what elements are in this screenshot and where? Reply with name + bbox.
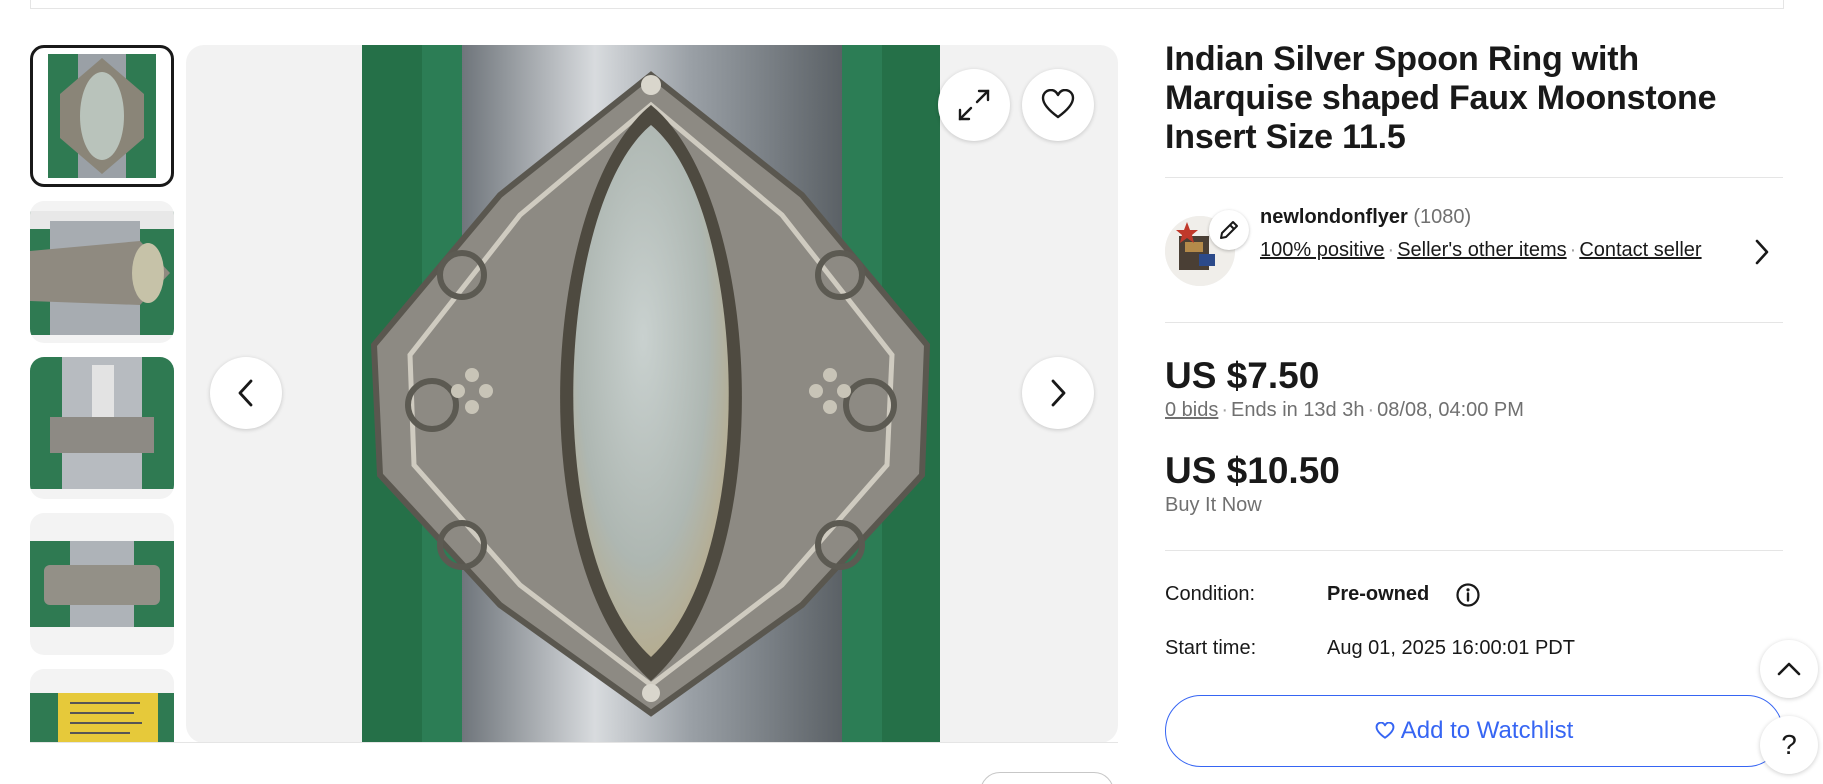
gallery-action-button[interactable] <box>980 772 1114 784</box>
seller-feedback-count: (1080) <box>1413 206 1472 228</box>
start-time-value: Aug 01, 2025 16:00:01 PDT <box>1327 637 1575 659</box>
watch-heart-button[interactable] <box>1022 69 1094 141</box>
divider <box>1165 322 1783 323</box>
thumbnail-2[interactable] <box>30 201 174 343</box>
pencil-icon <box>1220 221 1238 239</box>
separator-dot: · <box>1367 399 1375 421</box>
thumbnail-strip <box>30 45 174 743</box>
listing-title: Indian Silver Spoon Ring with Marquise s… <box>1165 40 1717 156</box>
start-time-label: Start time: <box>1165 637 1257 659</box>
help-button[interactable]: ? <box>1760 716 1818 774</box>
image-gallery <box>186 45 1118 743</box>
chevron-right-icon[interactable] <box>1753 238 1771 266</box>
thumbnail-image <box>48 54 156 178</box>
heart-icon <box>1375 722 1395 739</box>
separator-dot: · <box>1569 239 1577 261</box>
time-left: Ends in 13d 3h <box>1231 399 1365 421</box>
previous-image-button[interactable] <box>210 357 282 429</box>
chevron-left-icon <box>238 379 253 407</box>
thumbnail-image <box>30 211 174 335</box>
header-divider <box>30 0 1784 9</box>
chevron-right-icon <box>1051 379 1066 407</box>
buy-it-now-price: US $10.50 <box>1165 450 1340 491</box>
seller-links: 100% positive · Seller's other items · Conta… <box>1260 235 1750 266</box>
add-to-watchlist-button[interactable]: Add to Watchlist <box>1165 695 1783 767</box>
edit-button[interactable] <box>1209 210 1249 250</box>
positive-feedback-link[interactable]: 100% positive <box>1260 239 1385 261</box>
thumbnail-image <box>30 357 174 489</box>
separator-dot: · <box>1221 399 1229 421</box>
question-mark-icon: ? <box>1781 729 1797 760</box>
start-time-row: Start time: Aug 01, 2025 16:00:01 PDT <box>1165 637 1783 691</box>
gallery-divider <box>30 742 1118 743</box>
heart-icon <box>1041 89 1075 119</box>
product-image[interactable] <box>362 45 940 743</box>
seller-other-items-link[interactable]: Seller's other items <box>1397 239 1566 261</box>
contact-seller-link[interactable]: Contact seller <box>1579 239 1701 261</box>
seller-name[interactable]: newlondonflyer <box>1260 206 1408 228</box>
listing-info-panel: Indian Silver Spoon Ring with Marquise s… <box>1165 40 1783 767</box>
buy-it-now-label: Buy It Now <box>1165 494 1262 516</box>
thumbnail-4[interactable] <box>30 513 174 655</box>
thumbnail-image <box>30 693 174 743</box>
chevron-up-icon <box>1777 662 1801 676</box>
info-icon[interactable] <box>1455 582 1481 608</box>
seller-name-line: newlondonflyer (1080) <box>1260 206 1471 229</box>
condition-value: Pre-owned <box>1327 583 1430 605</box>
divider <box>1165 550 1783 551</box>
end-date: 08/08, 04:00 PM <box>1377 399 1524 421</box>
thumbnail-3[interactable] <box>30 357 174 499</box>
thumbnail-1[interactable] <box>30 45 174 187</box>
condition-row: Condition: Pre-owned <box>1165 583 1783 637</box>
condition-label: Condition: <box>1165 583 1256 605</box>
scroll-to-top-button[interactable] <box>1760 640 1818 698</box>
seller-card: newlondonflyer (1080) 100% positive · Sell… <box>1165 178 1783 322</box>
expand-button[interactable] <box>938 69 1010 141</box>
thumbnail-image <box>30 541 174 627</box>
bid-info: 0 bids · Ends in 13d 3h · 08/08, 04:00 PM <box>1165 399 1783 422</box>
bids-link[interactable]: 0 bids <box>1165 399 1218 421</box>
current-bid-price: US $7.50 <box>1165 355 1320 396</box>
next-image-button[interactable] <box>1022 357 1094 429</box>
separator-dot: · <box>1387 239 1395 261</box>
thumbnail-5[interactable] <box>30 669 174 743</box>
expand-icon <box>958 89 990 121</box>
watchlist-label: Add to Watchlist <box>1400 717 1574 744</box>
